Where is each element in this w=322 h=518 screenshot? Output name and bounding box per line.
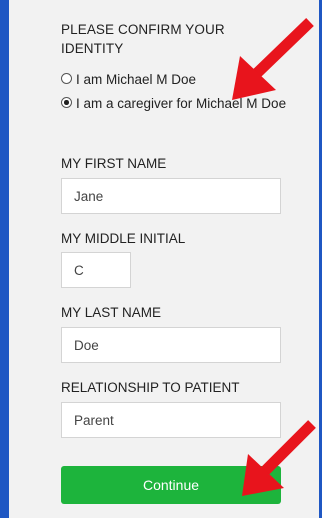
relationship-label: RELATIONSHIP TO PATIENT xyxy=(61,380,240,395)
red-arrow-icon xyxy=(232,18,314,100)
first-name-label: MY FIRST NAME xyxy=(61,156,167,171)
window-frame-left xyxy=(0,0,9,518)
self-radio-option[interactable]: I am Michael M Doe xyxy=(61,70,196,89)
middle-initial-label: MY MIDDLE INITIAL xyxy=(61,231,186,246)
red-arrow-icon xyxy=(242,420,316,496)
middle-initial-input[interactable] xyxy=(61,252,131,288)
last-name-input[interactable] xyxy=(61,327,281,363)
last-name-label: MY LAST NAME xyxy=(61,305,162,320)
first-name-input[interactable] xyxy=(61,178,281,214)
radio-checked-icon[interactable] xyxy=(61,97,72,108)
self-radio-label: I am Michael M Doe xyxy=(76,72,197,87)
radio-unchecked-icon[interactable] xyxy=(61,73,72,84)
